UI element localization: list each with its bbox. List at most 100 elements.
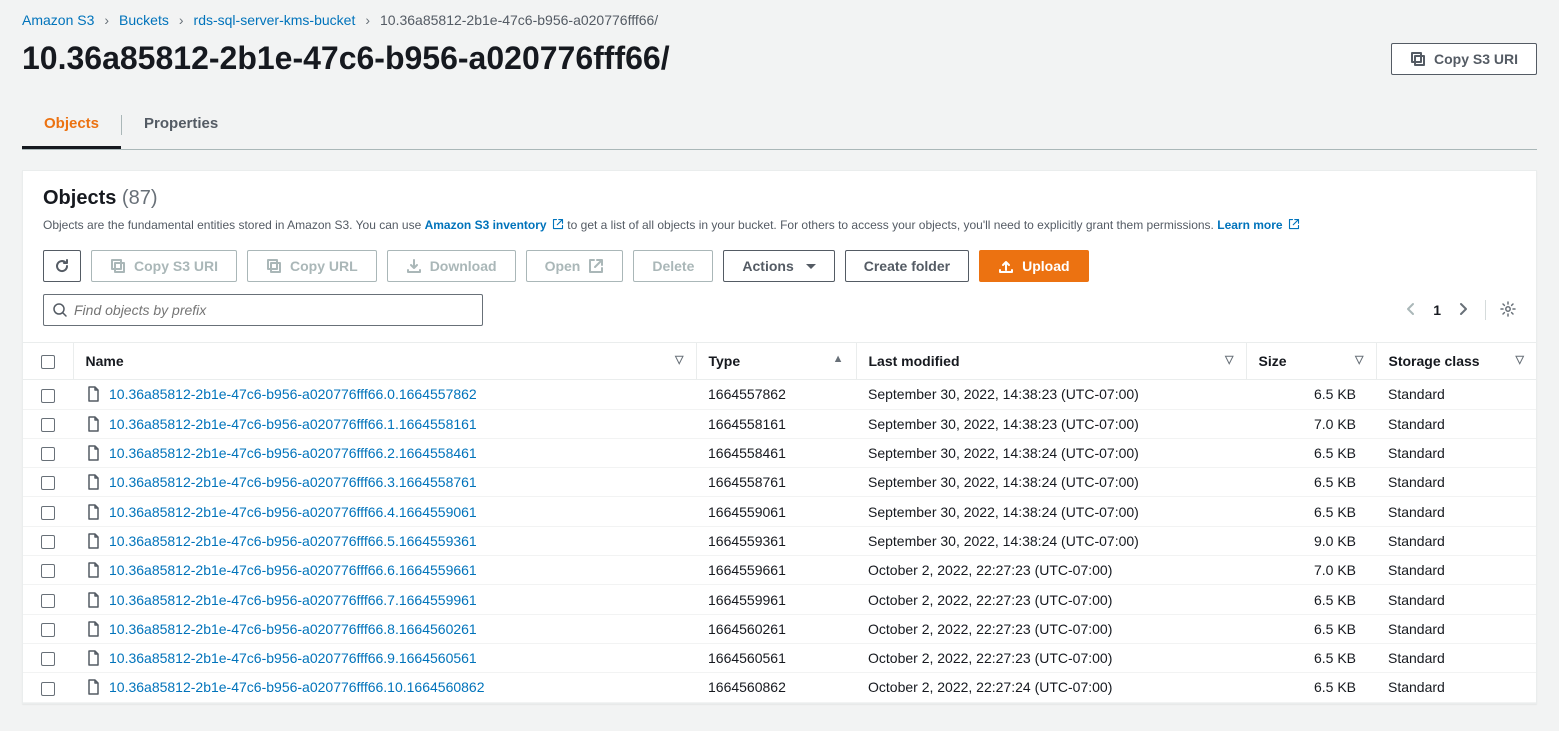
cell-modified: September 30, 2022, 14:38:24 (UTC-07:00) [856,497,1246,526]
learn-more-link[interactable]: Learn more [1217,218,1300,232]
object-link[interactable]: 10.36a85812-2b1e-47c6-b956-a020776fff66.… [109,621,477,637]
object-link[interactable]: 10.36a85812-2b1e-47c6-b956-a020776fff66.… [109,416,477,432]
col-name[interactable]: Name▽ [73,343,696,380]
row-checkbox[interactable] [41,476,55,490]
file-icon [85,504,101,520]
row-checkbox[interactable] [41,447,55,461]
page-header: 10.36a85812-2b1e-47c6-b956-a020776fff66/… [0,32,1559,105]
table-row: 10.36a85812-2b1e-47c6-b956-a020776fff66.… [23,380,1536,409]
cell-size: 6.5 KB [1246,614,1376,643]
file-icon [85,533,101,549]
table-row: 10.36a85812-2b1e-47c6-b956-a020776fff66.… [23,556,1536,585]
cell-class: Standard [1376,585,1536,614]
caret-down-icon [806,264,816,269]
cell-modified: October 2, 2022, 22:27:23 (UTC-07:00) [856,643,1246,672]
cell-class: Standard [1376,556,1536,585]
page-title: 10.36a85812-2b1e-47c6-b956-a020776fff66/ [22,40,670,77]
tab-properties[interactable]: Properties [122,105,240,149]
cell-size: 6.5 KB [1246,468,1376,497]
table-row: 10.36a85812-2b1e-47c6-b956-a020776fff66.… [23,673,1536,702]
open-label: Open [545,258,581,274]
breadcrumb-bucket[interactable]: rds-sql-server-kms-bucket [194,12,356,28]
search-box[interactable] [43,294,483,326]
search-icon [52,302,68,318]
object-count: (87) [122,187,158,209]
col-modified[interactable]: Last modified▽ [856,343,1246,380]
toolbar: Copy S3 URI Copy URL Download Open Delet… [23,240,1536,282]
cell-type: 1664560561 [696,643,856,672]
delete-button: Delete [633,250,713,282]
file-icon [85,562,101,578]
copy-uri-label: Copy S3 URI [134,258,218,274]
object-link[interactable]: 10.36a85812-2b1e-47c6-b956-a020776fff66.… [109,679,485,695]
cell-size: 7.0 KB [1246,409,1376,438]
sort-icon: ▽ [1516,353,1524,366]
file-icon [85,445,101,461]
object-link[interactable]: 10.36a85812-2b1e-47c6-b956-a020776fff66.… [109,592,477,608]
actions-button[interactable]: Actions [723,250,834,282]
object-link[interactable]: 10.36a85812-2b1e-47c6-b956-a020776fff66.… [109,504,477,520]
object-link[interactable]: 10.36a85812-2b1e-47c6-b956-a020776fff66.… [109,562,477,578]
breadcrumb-buckets[interactable]: Buckets [119,12,169,28]
panel-description: Objects are the fundamental entities sto… [43,216,1516,234]
copy-icon [110,258,126,274]
row-checkbox[interactable] [41,652,55,666]
copy-s3-uri-label: Copy S3 URI [1434,51,1518,67]
file-icon [85,650,101,666]
col-size[interactable]: Size▽ [1246,343,1376,380]
table-row: 10.36a85812-2b1e-47c6-b956-a020776fff66.… [23,643,1536,672]
object-link[interactable]: 10.36a85812-2b1e-47c6-b956-a020776fff66.… [109,386,477,402]
object-link[interactable]: 10.36a85812-2b1e-47c6-b956-a020776fff66.… [109,474,477,490]
breadcrumb-root[interactable]: Amazon S3 [22,12,94,28]
select-all-checkbox[interactable] [41,355,55,369]
row-checkbox[interactable] [41,594,55,608]
cell-class: Standard [1376,468,1536,497]
pager-prev [1403,301,1419,320]
upload-button[interactable]: Upload [979,250,1088,282]
external-link-icon [552,218,564,230]
table-row: 10.36a85812-2b1e-47c6-b956-a020776fff66.… [23,409,1536,438]
sort-icon: ▽ [675,353,683,366]
row-checkbox[interactable] [41,682,55,696]
search-input[interactable] [74,302,474,318]
copy-icon [1410,51,1426,67]
cell-modified: September 30, 2022, 14:38:23 (UTC-07:00) [856,409,1246,438]
row-checkbox[interactable] [41,623,55,637]
table-row: 10.36a85812-2b1e-47c6-b956-a020776fff66.… [23,526,1536,555]
file-icon [85,416,101,432]
gear-icon [1500,301,1516,317]
tab-objects[interactable]: Objects [22,105,121,149]
file-icon [85,386,101,402]
cell-size: 6.5 KB [1246,673,1376,702]
col-type[interactable]: Type▲ [696,343,856,380]
pager-next[interactable] [1455,301,1471,320]
copy-s3-uri-button[interactable]: Copy S3 URI [1391,43,1537,75]
row-checkbox[interactable] [41,564,55,578]
cell-modified: October 2, 2022, 22:27:23 (UTC-07:00) [856,614,1246,643]
cell-class: Standard [1376,438,1536,467]
cell-class: Standard [1376,526,1536,555]
row-checkbox[interactable] [41,389,55,403]
row-checkbox[interactable] [41,535,55,549]
settings-button[interactable] [1500,301,1516,320]
row-checkbox[interactable] [41,418,55,432]
row-checkbox[interactable] [41,506,55,520]
refresh-button[interactable] [43,250,81,282]
delete-label: Delete [652,258,694,274]
object-link[interactable]: 10.36a85812-2b1e-47c6-b956-a020776fff66.… [109,445,477,461]
cell-type: 1664560862 [696,673,856,702]
table-row: 10.36a85812-2b1e-47c6-b956-a020776fff66.… [23,497,1536,526]
cell-modified: October 2, 2022, 22:27:23 (UTC-07:00) [856,556,1246,585]
copy-s3-uri-button-toolbar: Copy S3 URI [91,250,237,282]
object-link[interactable]: 10.36a85812-2b1e-47c6-b956-a020776fff66.… [109,650,477,666]
object-link[interactable]: 10.36a85812-2b1e-47c6-b956-a020776fff66.… [109,533,477,549]
cell-modified: September 30, 2022, 14:38:24 (UTC-07:00) [856,526,1246,555]
file-icon [85,474,101,490]
create-folder-button[interactable]: Create folder [845,250,969,282]
cell-type: 1664558761 [696,468,856,497]
cell-size: 6.5 KB [1246,585,1376,614]
inventory-link[interactable]: Amazon S3 inventory [425,218,568,232]
sort-asc-icon: ▲ [833,353,844,365]
cell-size: 6.5 KB [1246,643,1376,672]
col-class[interactable]: Storage class▽ [1376,343,1536,380]
